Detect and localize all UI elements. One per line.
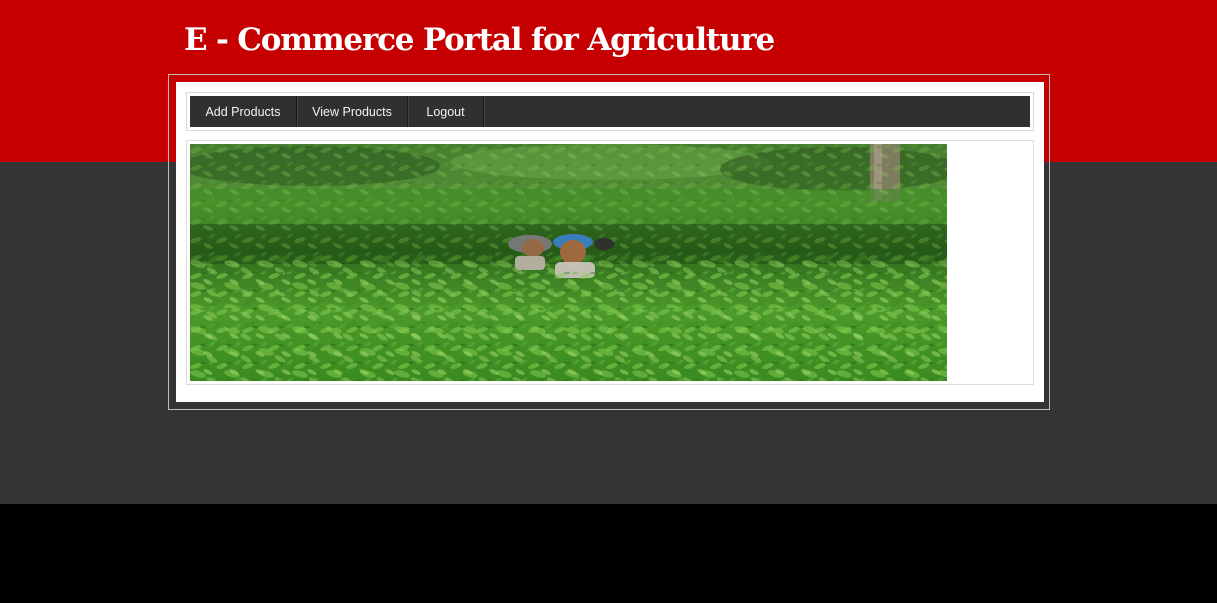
site-title: E - Commerce Portal for Agriculture [184, 22, 775, 58]
nav-add-products[interactable]: Add Products [190, 96, 297, 127]
main-nav: Add Products View Products Logout [190, 96, 1030, 127]
nav-view-products[interactable]: View Products [297, 96, 408, 127]
tea-plantation-photo [190, 144, 947, 381]
hero-image [190, 144, 947, 381]
nav-logout[interactable]: Logout [408, 96, 484, 127]
